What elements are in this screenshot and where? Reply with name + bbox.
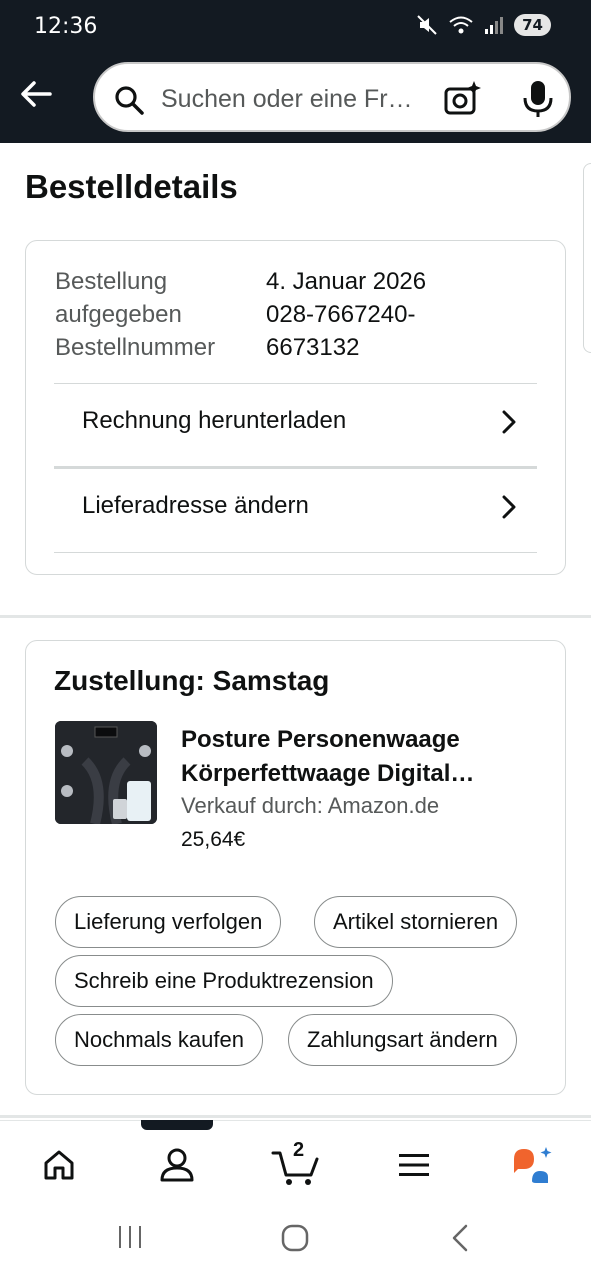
divider (54, 552, 537, 553)
chevron-right-icon (502, 410, 516, 434)
nav-home[interactable] (31, 1141, 87, 1189)
page-title: Bestelldetails (25, 168, 238, 205)
download-invoice-link[interactable]: Rechnung herunterladen (54, 383, 537, 467)
microphone-icon[interactable] (520, 79, 556, 119)
download-invoice-label: Rechnung herunterladen (82, 407, 347, 434)
recent-apps-icon[interactable] (117, 1224, 143, 1250)
nav-menu[interactable] (386, 1141, 442, 1189)
back-system-icon[interactable] (450, 1224, 470, 1252)
home-icon (44, 1150, 74, 1180)
order-placed-label-line2: aufgegeben (55, 301, 182, 328)
delivery-status: Zustellung: Samstag (54, 665, 330, 696)
section-divider (0, 615, 591, 618)
order-placed-label-line1: Bestellung (55, 268, 168, 295)
search-bar[interactable] (93, 62, 571, 132)
active-tab-indicator (141, 1120, 213, 1130)
bottom-nav: 2 (0, 1120, 591, 1200)
cart-count-badge: 2 (293, 1139, 305, 1161)
track-delivery-button[interactable]: Lieferung verfolgen (55, 896, 282, 948)
shipment-card: Zustellung: Samstag Posture Personenwaag… (25, 640, 566, 1095)
order-number-value-line1: 028-7667240- (266, 301, 416, 328)
change-payment-button[interactable]: Zahlungsart ändern (288, 1014, 517, 1066)
status-icons: 74 (416, 14, 551, 36)
nav-cart[interactable]: 2 (267, 1139, 323, 1189)
app-header: 12:36 74 (0, 0, 591, 143)
product-image[interactable] (55, 721, 157, 824)
product-title[interactable]: Posture Personenwaage Körperfettwaage Di… (181, 723, 551, 791)
change-address-link[interactable]: Lieferadresse ändern (54, 468, 537, 552)
nav-assistant[interactable] (504, 1141, 560, 1189)
product-title-line2: Körperfettwaage Digital… (181, 760, 475, 787)
mute-icon (417, 15, 437, 35)
status-time: 12:36 (34, 14, 98, 39)
order-number-label: Bestellnummer (55, 334, 216, 361)
camera-search-icon[interactable] (443, 79, 483, 119)
search-icon (115, 86, 144, 115)
home-system-icon[interactable] (281, 1224, 309, 1252)
cancel-item-button[interactable]: Artikel stornieren (314, 896, 518, 948)
seller-info: Verkauf durch: Amazon.de (181, 793, 440, 818)
signal-icon (485, 17, 504, 34)
assistant-icon (514, 1147, 552, 1183)
battery-indicator: 74 (514, 14, 551, 36)
order-number-value-line2: 6673132 (266, 334, 360, 361)
scrollbar-edge[interactable] (583, 163, 591, 353)
scale-image (55, 721, 157, 824)
account-icon (160, 1148, 194, 1182)
product-title-line1: Posture Personenwaage (181, 726, 460, 753)
wifi-icon (449, 16, 473, 34)
search-input[interactable] (161, 82, 431, 116)
write-review-button[interactable]: Schreib eine Produktrezension (55, 955, 393, 1007)
order-placed-value: 4. Januar 2026 (266, 268, 427, 295)
menu-icon (399, 1154, 429, 1176)
chevron-right-icon (502, 495, 516, 519)
order-info-card: Bestellung aufgegeben Bestellnummer 4. J… (25, 240, 566, 575)
product-price: 25,64€ (181, 828, 246, 851)
arrow-left-icon (21, 81, 52, 107)
change-address-label: Lieferadresse ändern (82, 492, 309, 519)
section-divider (0, 1115, 591, 1118)
buy-again-button[interactable]: Nochmals kaufen (55, 1014, 263, 1066)
system-nav-bar (0, 1200, 591, 1280)
nav-account[interactable] (149, 1141, 205, 1189)
back-button[interactable] (18, 76, 58, 112)
